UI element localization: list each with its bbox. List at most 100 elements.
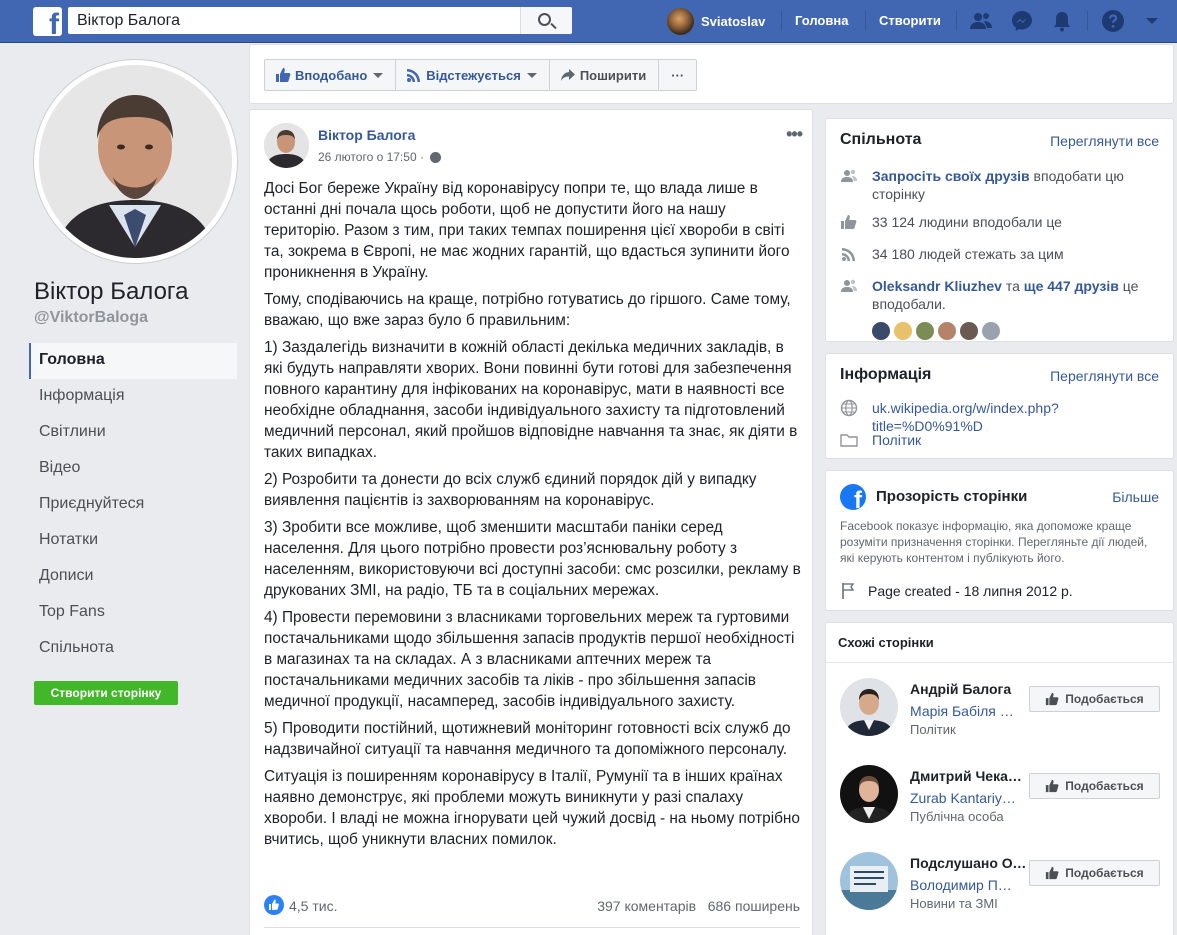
similar-page-category: Новини та ЗМІ — [910, 896, 998, 911]
page-handle[interactable]: @ViktorBaloga — [34, 309, 148, 327]
share-button[interactable]: Поширити — [550, 60, 660, 90]
invite-friends-row: Запросіть своїх друзів вподобати цю стор… — [840, 167, 1160, 203]
like-count[interactable]: 4,5 тис. — [289, 898, 337, 914]
search-icon — [538, 13, 551, 26]
similar-page-liked-by[interactable]: Володимир Пилипенко — [910, 877, 1018, 893]
similar-page-liked-by[interactable]: Марія Бабіля вподобала — [910, 703, 1018, 719]
info-title: Інформація — [840, 366, 932, 383]
friend-avatar[interactable] — [916, 322, 934, 340]
friend-name-link[interactable]: Oleksandr Kliuzhev — [872, 278, 1002, 294]
post-author-avatar[interactable] — [264, 123, 309, 168]
thumbs-up-icon — [841, 215, 857, 229]
friend-avatar[interactable] — [960, 322, 978, 340]
friend-avatar[interactable] — [872, 322, 890, 340]
thumbs-up-icon — [1046, 692, 1059, 706]
nav-profile-link[interactable]: Sviatoslav — [667, 7, 765, 35]
nav-home-link[interactable]: Головна — [795, 13, 848, 28]
like-page-label: Подобається — [1065, 779, 1144, 793]
follows-count-text: 34 180 людей стежать за цим — [872, 246, 1064, 262]
messenger-icon[interactable] — [1010, 9, 1034, 33]
user-name: Sviatoslav — [701, 13, 766, 29]
thumbs-up-icon — [276, 68, 291, 82]
friend-avatar[interactable] — [938, 322, 956, 340]
similar-page-item: Подслушано Одесса Володимир Пилипенко Но… — [840, 852, 1170, 918]
invite-friends-link[interactable]: Запросіть своїх друзів — [872, 168, 1030, 184]
search-input[interactable] — [68, 7, 520, 34]
notifications-icon[interactable] — [1050, 9, 1074, 33]
post-divider — [264, 927, 800, 928]
search-button[interactable] — [520, 7, 572, 34]
friend-avatar[interactable] — [982, 322, 1000, 340]
rss-icon — [407, 69, 421, 82]
similar-page-liked-by[interactable]: Zurab Kantariya вподобав — [910, 790, 1018, 806]
category-tag-icon — [840, 434, 858, 447]
following-button[interactable]: Відстежується — [396, 60, 550, 90]
similar-pages-card: Схожі сторінки Андрій Балога Марія Бабіл… — [825, 622, 1174, 935]
transparency-description: Facebook показує інформацію, яка допомож… — [840, 519, 1148, 565]
page-action-bar: Вподобано Відстежується Поширити ··· — [249, 44, 1174, 104]
left-nav-community[interactable]: Спільнота — [29, 631, 237, 667]
more-actions-button[interactable]: ··· — [659, 60, 696, 90]
similar-page-category: Політик — [910, 722, 956, 737]
post-author-name[interactable]: Віктор Балога — [318, 127, 415, 143]
left-nav-about[interactable]: Інформація — [29, 379, 237, 415]
top-bar: f Sviatoslav Головна Створити — [0, 0, 1177, 43]
community-see-all-link[interactable]: Переглянути все — [1050, 133, 1159, 149]
page-created-row: Page created - 18 липня 2012 р. — [840, 582, 1160, 600]
like-reaction-icon[interactable] — [264, 895, 284, 915]
left-nav-join[interactable]: Приєднуйтеся — [29, 487, 237, 523]
similar-pages-header: Схожі сторінки — [826, 623, 1173, 663]
more-friends-link[interactable]: ще 447 друзів — [1024, 278, 1119, 294]
info-see-all-link[interactable]: Переглянути все — [1050, 368, 1159, 384]
left-nav-posts[interactable]: Дописи — [29, 559, 237, 595]
more-dots-icon: ··· — [671, 67, 685, 83]
similar-page-avatar[interactable] — [840, 765, 898, 823]
friend-avatar[interactable] — [894, 322, 912, 340]
left-nav-videos[interactable]: Відео — [29, 451, 237, 487]
help-icon[interactable] — [1101, 9, 1125, 33]
left-nav-top-fans[interactable]: Top Fans — [29, 595, 237, 631]
post-text: Досі Бог береже Україну від коронавірусу… — [264, 178, 804, 856]
like-page-button[interactable]: Подобається — [1029, 686, 1160, 712]
like-page-button[interactable]: Подобається — [1029, 773, 1160, 799]
globe-icon — [840, 399, 858, 417]
category-row: Політик — [840, 431, 1160, 449]
left-nav-notes[interactable]: Нотатки — [29, 523, 237, 559]
globe-icon — [429, 151, 441, 163]
friend-avatars — [872, 322, 1004, 340]
liked-button[interactable]: Вподобано — [265, 60, 397, 90]
comment-count[interactable]: 397 коментарів — [597, 898, 696, 914]
facebook-logo-icon[interactable]: f — [33, 7, 62, 36]
post-options-button[interactable]: ••• — [786, 124, 803, 145]
friends-liked-row: Oleksandr Kliuzhev та ще 447 друзів це в… — [840, 277, 1160, 313]
thumbs-up-icon — [1046, 779, 1059, 793]
similar-page-avatar[interactable] — [840, 852, 898, 910]
transparency-more-link[interactable]: Більше — [1112, 489, 1159, 505]
similar-page-name[interactable]: Подслушано Одесса — [910, 855, 1027, 871]
friends-icon[interactable] — [969, 9, 993, 33]
share-label: Поширити — [579, 67, 647, 83]
like-page-label: Подобається — [1065, 866, 1144, 880]
post-paragraph: 5) Проводити постійний, щотижневий моніт… — [264, 720, 791, 758]
share-count[interactable]: 686 поширень — [708, 898, 800, 914]
flag-icon — [842, 583, 855, 599]
similar-page-name[interactable]: Андрій Балога — [910, 681, 1027, 697]
similar-page-avatar[interactable] — [840, 678, 898, 736]
like-page-label: Подобається — [1065, 692, 1144, 706]
transparency-title: Прозорість сторінки — [876, 488, 1028, 505]
create-page-button[interactable]: Створити сторінку — [34, 681, 178, 705]
profile-picture[interactable] — [34, 60, 237, 263]
left-nav-home[interactable]: Головна — [29, 343, 237, 379]
left-nav-photos[interactable]: Світлини — [29, 415, 237, 451]
post-timestamp[interactable]: 26 лютого о 17:50 · — [318, 150, 441, 164]
category-link[interactable]: Політик — [872, 432, 921, 448]
nav-divider — [865, 11, 866, 31]
left-navigation: Головна Інформація Світлини Відео Приєдн… — [29, 343, 237, 667]
nav-create-link[interactable]: Створити — [879, 13, 941, 28]
share-arrow-icon — [560, 69, 575, 81]
likes-count-text: 33 124 людини вподобали це — [872, 214, 1062, 230]
website-link[interactable]: uk.wikipedia.org/w/index.php?title=%D0%9… — [872, 400, 1059, 434]
like-page-button[interactable]: Подобається — [1029, 860, 1160, 886]
similar-page-name[interactable]: Дмитрий Чекалкин — [910, 768, 1027, 784]
dropdown-icon[interactable] — [1140, 9, 1164, 33]
